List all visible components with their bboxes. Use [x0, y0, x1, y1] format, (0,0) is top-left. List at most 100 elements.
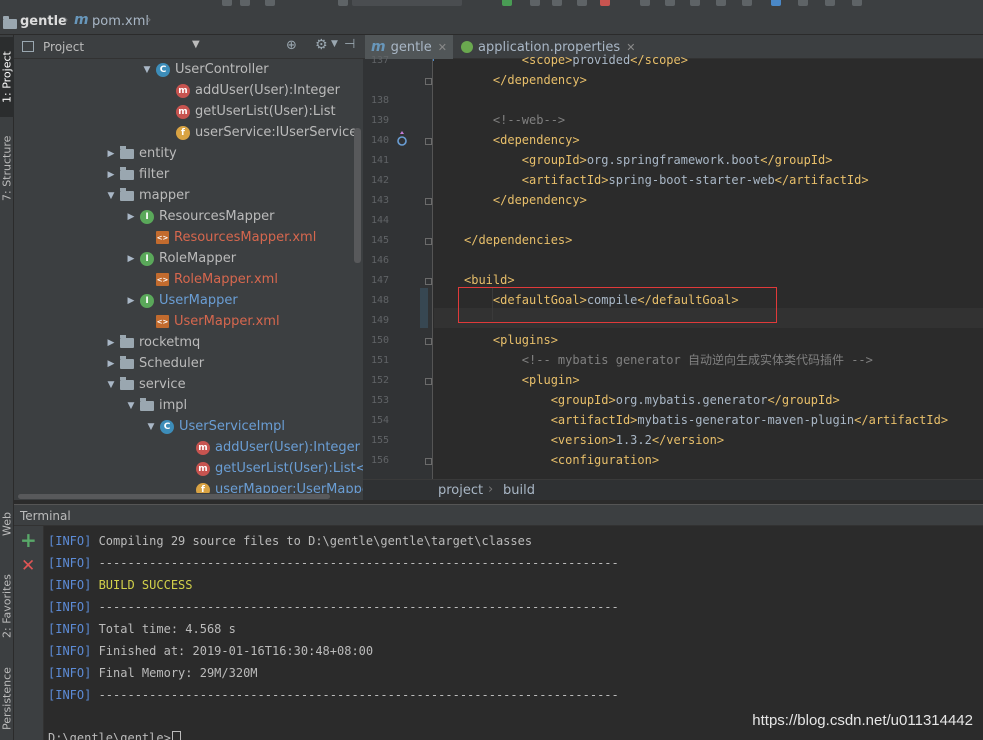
toolbar-icon[interactable] [798, 0, 808, 6]
fold-marker-icon[interactable] [425, 138, 432, 145]
chevron-right-icon[interactable]: ▶ [124, 212, 138, 222]
chevron-right-icon: › [488, 482, 494, 497]
fold-marker-icon[interactable] [425, 198, 432, 205]
stop-icon[interactable] [600, 0, 610, 6]
chevron-down-icon[interactable]: ▼ [331, 39, 338, 49]
tree-item[interactable]: m getUserList(User):List [160, 101, 336, 122]
chevron-down-icon[interactable]: ▼ [104, 191, 118, 201]
debug-icon[interactable] [530, 0, 540, 6]
breadcrumb-item-build[interactable]: build [503, 483, 535, 498]
tree-item[interactable]: ▼ mapper [104, 185, 189, 206]
terminal-line: [INFO] Compiling 29 source files to D:\g… [48, 530, 532, 552]
chevron-right-icon[interactable]: ▶ [124, 296, 138, 306]
toolbar-icon[interactable] [552, 0, 562, 6]
breadcrumb-item-project[interactable]: project [438, 483, 483, 498]
chevron-right-icon[interactable]: ▶ [104, 170, 118, 180]
chevron-right-icon[interactable]: ▶ [124, 254, 138, 264]
fold-marker-icon[interactable] [425, 238, 432, 245]
code-line: </dependency> [492, 193, 587, 207]
tree-item[interactable]: f userService:IUserService [160, 122, 357, 143]
tree-item[interactable]: m addUser(User):Integer [180, 437, 360, 458]
xml-file-icon: <> [156, 273, 169, 286]
code-line: <artifactId>mybatis-generator-maven-plug… [550, 413, 949, 427]
tree-item[interactable]: ▶ entity [104, 143, 177, 164]
fold-marker-icon[interactable] [425, 378, 432, 385]
chevron-right-icon[interactable]: ▶ [104, 359, 118, 369]
close-session-icon[interactable]: ✕ [21, 556, 35, 576]
fold-marker-icon[interactable] [425, 338, 432, 345]
tree-item[interactable]: <> ResourcesMapper.xml [140, 227, 316, 248]
toolbar-icon[interactable] [640, 0, 650, 6]
tree-item[interactable]: ▶ I RoleMapper [124, 248, 237, 269]
tree-item[interactable]: ▶ Scheduler [104, 353, 204, 374]
fold-marker-icon[interactable] [425, 278, 432, 285]
left-tool-strip: 1: Project 7: Structure Web 2: Favorites… [0, 35, 14, 740]
terminal-title[interactable]: Terminal [20, 509, 71, 523]
log-level-tag: [INFO] [48, 578, 92, 592]
fold-marker-icon[interactable] [425, 78, 432, 85]
tree-item[interactable]: ▼ C UserServiceImpl [144, 416, 286, 437]
line-number: 147 [370, 275, 389, 286]
tree-item[interactable]: ▼ C UserController [140, 59, 269, 80]
hide-panel-icon[interactable]: ⊣ [344, 37, 355, 52]
terminal-output[interactable]: D:\gentle\gentle> [INFO] Compiling 29 so… [44, 526, 983, 740]
chevron-right-icon: › [63, 12, 69, 28]
nav-crumb-project[interactable]: gentle [20, 14, 67, 29]
toolbar-icon[interactable] [852, 0, 862, 6]
line-number: 143 [370, 195, 389, 206]
toolbar-icon[interactable] [240, 0, 250, 6]
vcs-change-marker[interactable] [420, 288, 428, 328]
tree-item[interactable]: <> RoleMapper.xml [140, 269, 278, 290]
tree-item[interactable]: ▶ I UserMapper [124, 290, 238, 311]
package-folder-icon [120, 166, 134, 180]
run-icon[interactable] [502, 0, 512, 6]
side-tab-project[interactable]: 1: Project [0, 37, 14, 117]
tree-item[interactable]: m getUserList(User):List<User> [180, 458, 363, 479]
terminal-line: [INFO] ---------------------------------… [48, 684, 619, 706]
side-tab-structure[interactable]: 7: Structure [0, 127, 14, 209]
toolbar-icon[interactable] [338, 0, 348, 6]
chevron-down-icon[interactable]: ▼ [192, 39, 200, 50]
tree-item[interactable]: m addUser(User):Integer [160, 80, 340, 101]
scroll-from-source-icon[interactable]: ⊕ [286, 38, 297, 53]
tree-item[interactable]: ▶ filter [104, 164, 169, 185]
tree-item[interactable]: <> UserMapper.xml [140, 311, 280, 332]
new-session-plus-icon[interactable]: + [20, 530, 37, 550]
tree-item[interactable]: ▼ service [104, 374, 186, 395]
tree-item[interactable]: ▼ impl [124, 395, 187, 416]
fold-marker-icon[interactable] [425, 458, 432, 465]
project-structure-icon[interactable] [771, 0, 781, 6]
close-icon[interactable]: ✕ [438, 41, 447, 54]
gear-icon[interactable]: ⚙ [315, 37, 328, 53]
method-icon: m [176, 104, 190, 119]
toolbar-icon[interactable] [742, 0, 752, 6]
chevron-right-icon[interactable]: ▶ [104, 149, 118, 159]
nav-crumb-file[interactable]: pom.xml [92, 14, 149, 29]
run-config-select[interactable] [352, 0, 462, 6]
side-tab-web[interactable]: Web [0, 505, 14, 543]
chevron-down-icon[interactable]: ▼ [140, 65, 154, 75]
tree-item[interactable]: ▶ rocketmq [104, 332, 200, 353]
project-tree-horizontal-scrollbar[interactable] [18, 494, 330, 499]
toolbar-icon[interactable] [716, 0, 726, 6]
chevron-down-icon[interactable]: ▼ [124, 401, 138, 411]
toolbar-icon[interactable] [825, 0, 835, 6]
toolbar-icon[interactable] [665, 0, 675, 6]
chevron-down-icon[interactable]: ▼ [104, 380, 118, 390]
line-number: 142 [370, 175, 389, 186]
project-view-title[interactable]: Project [43, 40, 84, 54]
toolbar-icon[interactable] [222, 0, 232, 6]
project-tree-vertical-scrollbar[interactable] [354, 128, 361, 263]
tree-item[interactable]: ▶ I ResourcesMapper [124, 206, 275, 227]
side-tab-favorites[interactable]: 2: Favorites [0, 563, 14, 649]
terminal-prompt[interactable]: D:\gentle\gentle> [48, 727, 181, 740]
toolbar-icon[interactable] [690, 0, 700, 6]
chevron-right-icon[interactable]: ▶ [104, 338, 118, 348]
terminal-line: [INFO] ---------------------------------… [48, 596, 619, 618]
toolbar-icon[interactable] [265, 0, 275, 6]
chevron-down-icon[interactable]: ▼ [144, 422, 158, 432]
editor-gutter[interactable]: 137 138 139 140 141 142 143 144 145 146 147 148 149 1… [363, 55, 433, 479]
run-goal-icon[interactable] [396, 130, 408, 146]
side-tab-persistence[interactable]: Persistence [0, 659, 14, 739]
toolbar-icon[interactable] [577, 0, 587, 6]
